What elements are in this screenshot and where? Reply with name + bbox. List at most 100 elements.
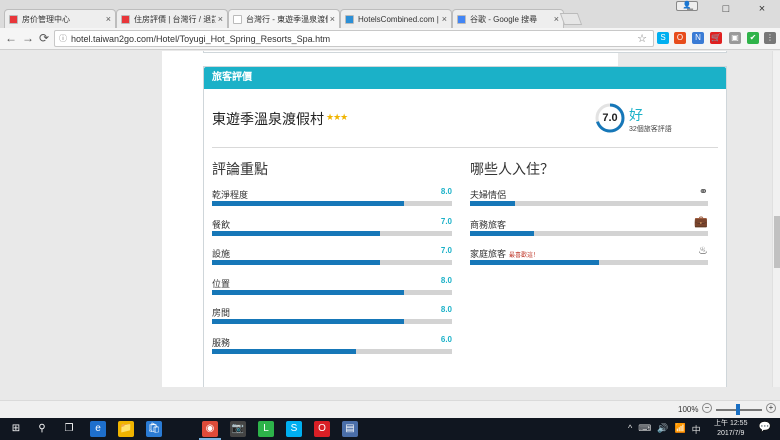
page-scrollbar[interactable]: [772, 51, 780, 387]
review-count[interactable]: 32個旅客評語: [629, 124, 672, 134]
browser-tab[interactable]: HotelsCombined.com | ×: [340, 9, 452, 28]
rating-value: 6.0: [440, 334, 452, 344]
check-icon[interactable]: ✔: [747, 32, 759, 44]
tab-close-icon[interactable]: ×: [442, 14, 447, 24]
rating-bar: [212, 289, 452, 295]
scrollbar-thumb[interactable]: [774, 216, 780, 268]
file-explorer-icon[interactable]: 📁: [118, 421, 134, 437]
cart-icon[interactable]: 🛒: [710, 32, 722, 44]
clock-date: 2017/7/9: [717, 430, 745, 437]
edge-icon[interactable]: e: [90, 421, 106, 437]
search-button[interactable]: ⚲: [34, 421, 50, 437]
reload-button[interactable]: ⟳: [36, 30, 52, 46]
rating-label: 服務: [212, 337, 231, 348]
tab-close-icon[interactable]: ×: [330, 14, 335, 24]
rating-value: 8.0: [440, 305, 452, 314]
clock[interactable]: 上午 12:55 2017/7/9: [714, 419, 747, 439]
ime-icon[interactable]: 中: [692, 423, 701, 436]
tab-close-icon[interactable]: ×: [106, 14, 111, 24]
store-icon[interactable]: 🛍: [146, 421, 162, 437]
rating-bar: [212, 201, 452, 206]
line-icon[interactable]: L: [258, 421, 274, 437]
clock-time: 上午 12:55: [714, 420, 748, 427]
tab-title: 台灣行 - 東遊季溫泉渡假村: [246, 14, 328, 24]
hotel-star-rating: ★★★: [326, 112, 348, 122]
menu-icon[interactable]: ⋮: [764, 32, 776, 44]
traveler-type-row: 家庭旅客 最喜歡這！ ♨: [470, 245, 708, 271]
volume-icon[interactable]: 🔊: [657, 423, 668, 436]
chrome-icon[interactable]: ◉: [202, 421, 218, 437]
rating-bar-fill: [212, 348, 356, 354]
who-stayed-title: 哪些人入住？: [470, 161, 554, 177]
review-card: 旅客評價 東遊季溫泉渡假村 ★★★ 7.0 好 32個旅客評語 評論重點 哪些人…: [203, 66, 727, 387]
traveler-type-bar-fill: [470, 201, 516, 206]
maximize-button[interactable]: □: [708, 0, 744, 18]
bookmark-star-icon[interactable]: ☆: [637, 32, 647, 45]
tab-close-icon[interactable]: ×: [218, 14, 223, 24]
app-icon[interactable]: ▤: [342, 421, 358, 437]
tab-close-icon[interactable]: ×: [554, 14, 559, 24]
traveler-type-bar-fill: [470, 230, 535, 236]
traveler-type-label: 商務旅客: [470, 219, 507, 230]
previous-card: [203, 51, 727, 53]
system-tray: ^ ⌨ 🔊 📶 中: [628, 423, 701, 436]
overall-score: 7.0: [602, 112, 618, 124]
skype-icon[interactable]: S: [657, 32, 669, 44]
tab-favicon-icon: [457, 14, 466, 24]
page-viewport: 旅客評價 東遊季溫泉渡假村 ★★★ 7.0 好 32個旅客評語 評論重點 哪些人…: [0, 51, 780, 387]
zoom-slider-thumb[interactable]: [736, 404, 740, 415]
status-bar: 100% − +: [0, 400, 780, 418]
camera-icon[interactable]: 📷: [230, 421, 246, 437]
opera-icon[interactable]: O: [314, 421, 330, 437]
traveler-type-bar-fill: [470, 260, 599, 265]
divider: [212, 147, 718, 148]
traveler-type-bar: [470, 230, 708, 236]
keyboard-icon[interactable]: ⌨: [638, 423, 651, 436]
rating-row: 餐飲 7.0: [212, 217, 452, 242]
back-button[interactable]: ←: [3, 30, 19, 46]
rating-label: 房間: [212, 308, 231, 318]
traveler-type-label: 夫婦情侶: [470, 190, 507, 200]
tab-favicon-icon: [345, 14, 354, 24]
rating-bar-fill: [212, 289, 404, 295]
traveler-type-row: 商務旅客 💼: [470, 216, 708, 242]
start-button[interactable]: ⊞: [8, 421, 24, 437]
office-icon[interactable]: O: [674, 32, 686, 44]
network-icon[interactable]: 📶: [674, 423, 685, 436]
rating-bar-fill: [212, 260, 380, 265]
forward-button[interactable]: →: [20, 30, 36, 46]
new-icon[interactable]: N: [692, 32, 704, 44]
review-section-header: 旅客評價: [204, 67, 726, 89]
tray-expand-icon[interactable]: ^: [628, 423, 632, 436]
tab-title: 住房評價 | 台灣行 / 退訂...: [134, 14, 216, 24]
traveler-type-row: 夫婦情侶 ⚭: [470, 186, 708, 212]
url-text[interactable]: hotel.taiwan2go.com/Hotel/Toyugi_Hot_Spr…: [71, 34, 330, 44]
taskbar: ⊞ ⚲ ❐ e 📁 🛍 ◉ 📷 L S O ▤ ^ ⌨ 🔊 📶 中 上午 12:55 2017/7/9 💬: [0, 418, 780, 440]
task-view-icon[interactable]: ❐: [61, 421, 77, 437]
rating-label: 餐飲: [212, 219, 231, 230]
new-tab-button[interactable]: [559, 13, 583, 25]
tab-title: 谷歌 - Google 搜尋: [470, 14, 538, 24]
traveler-type-icon: ♨: [698, 245, 708, 257]
window-controls: – □ ×: [672, 0, 780, 18]
notification-icon[interactable]: 💬: [758, 422, 772, 436]
tab-favicon-icon: [9, 14, 18, 24]
info-icon[interactable]: ⓘ: [59, 33, 67, 44]
minimize-button[interactable]: –: [672, 0, 708, 18]
browser-toolbar: ← → ⟳ ⓘ hotel.taiwan2go.com/Hotel/Toyugi…: [0, 28, 780, 50]
rating-row: 房間 8.0: [212, 305, 452, 330]
traveler-type-label: 家庭旅客 最喜歡這！: [470, 249, 540, 259]
skype-icon[interactable]: S: [286, 421, 302, 437]
ratings-title: 評論重點: [212, 161, 268, 177]
zoom-out-button[interactable]: −: [702, 403, 712, 413]
hotel-name: 東遊季溫泉渡假村: [212, 111, 324, 127]
close-window-button[interactable]: ×: [744, 0, 780, 18]
browser-tab[interactable]: 房价管理中心 ×: [4, 9, 116, 28]
extension-icon[interactable]: ▣: [729, 32, 741, 44]
browser-tab[interactable]: 住房評價 | 台灣行 / 退訂...×: [116, 9, 228, 28]
browser-tab[interactable]: 谷歌 - Google 搜尋 ×: [452, 9, 564, 28]
address-bar[interactable]: ⓘ hotel.taiwan2go.com/Hotel/Toyugi_Hot_S…: [54, 30, 654, 47]
rating-row: 位置 8.0: [212, 276, 452, 301]
zoom-in-button[interactable]: +: [766, 403, 776, 413]
browser-tab[interactable]: 台灣行 - 東遊季溫泉渡假村×: [228, 9, 340, 28]
